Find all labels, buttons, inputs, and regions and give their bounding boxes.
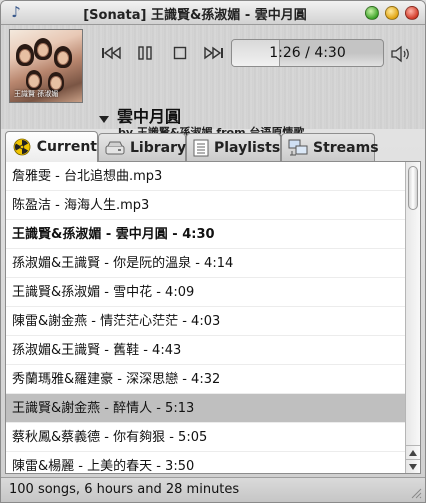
tab-bar: Current Library Playlists Streams — [1, 129, 425, 162]
stop-icon — [173, 46, 187, 60]
list-document-icon — [193, 139, 209, 157]
tab-playlists[interactable]: Playlists — [186, 133, 281, 161]
playlist-row[interactable]: 王識賢&謝金燕 - 醉情人 - 5:13 — [6, 394, 406, 423]
playlist-row[interactable]: 孫淑媚&王識賢 - 你是阮的溫泉 - 4:14 — [6, 249, 406, 278]
album-art[interactable]: 王識賢 孫淑媚 — [9, 29, 83, 103]
window-title: [Sonata] 王識賢&孫淑媚 - 雲中月圓 — [83, 8, 307, 23]
close-button[interactable] — [405, 6, 419, 20]
expander-arrow-icon[interactable] — [98, 114, 110, 124]
album-art-face — [19, 49, 31, 63]
playlist-row[interactable]: 陈盈洁 - 海海人生.mp3 — [6, 191, 406, 220]
playlist-row[interactable]: 陳雷&楊麗 - 上美的春天 - 3:50 — [6, 452, 406, 473]
playlist-row[interactable]: 陳雷&謝金燕 - 情茫茫心茫茫 - 4:03 — [6, 307, 406, 336]
title-bar[interactable]: ♪ [Sonata] 王識賢&孫淑媚 - 雲中月圓 — [1, 1, 425, 25]
scroll-down-button[interactable] — [406, 459, 420, 473]
progress-bar[interactable]: 1:26 / 4:30 — [231, 39, 384, 67]
playlist-row[interactable]: 詹雅雯 - 台北追想曲.mp3 — [6, 162, 406, 191]
next-icon — [204, 46, 223, 60]
status-text: 100 songs, 6 hours and 28 minutes — [9, 482, 240, 497]
arrow-up-icon — [409, 449, 417, 456]
tab-current-label: Current — [36, 139, 97, 155]
tab-streams-label: Streams — [313, 139, 379, 156]
scrollbar-thumb[interactable] — [408, 166, 418, 210]
player-panel: 王識賢 孫淑媚 1:26 / 4:30 雲中月圓 — [1, 25, 425, 139]
tab-playlists-label: Playlists — [214, 139, 281, 156]
playlist-row[interactable]: 孫淑媚&王識賢 - 舊鞋 - 4:43 — [6, 336, 406, 365]
tab-library-label: Library — [130, 139, 187, 156]
arrow-down-icon — [409, 463, 417, 470]
album-art-face — [50, 76, 62, 90]
pause-icon — [138, 46, 152, 60]
minimize-button[interactable] — [385, 6, 399, 20]
volume-button[interactable] — [390, 44, 412, 64]
tab-library[interactable]: Library — [98, 133, 186, 161]
tab-current[interactable]: Current — [5, 131, 98, 162]
next-button[interactable] — [200, 42, 226, 64]
playlist-row[interactable]: 蔡秋鳳&蔡義德 - 你有夠狠 - 5:05 — [6, 423, 406, 452]
stop-button[interactable] — [167, 42, 193, 64]
vertical-scrollbar[interactable] — [405, 162, 420, 473]
tab-streams[interactable]: Streams — [281, 133, 379, 161]
status-bar: 100 songs, 6 hours and 28 minutes — [1, 477, 425, 502]
zoom-button[interactable] — [365, 6, 379, 20]
scroll-up-button[interactable] — [406, 445, 420, 459]
album-art-face — [28, 74, 40, 88]
time-display: 1:26 / 4:30 — [232, 45, 383, 61]
resize-grip-icon[interactable] — [411, 488, 422, 499]
playlist-row[interactable]: 秀蘭瑪雅&羅建豪 - 深深思戀 - 4:32 — [6, 365, 406, 394]
previous-icon — [102, 46, 121, 60]
disk-drive-icon — [105, 139, 125, 157]
current-playlist[interactable]: 詹雅雯 - 台北追想曲.mp3 陈盈洁 - 海海人生.mp3 王識賢&孫淑媚 - 雲… — [5, 161, 421, 474]
elapsed-time: 1:26 — [269, 45, 301, 61]
album-art-face — [57, 51, 69, 65]
network-icon — [288, 139, 308, 157]
music-note-icon: ♪ — [11, 3, 21, 21]
playlist-row[interactable]: 王識賢&孫淑媚 - 雪中花 - 4:09 — [6, 278, 406, 307]
speaker-icon — [391, 45, 409, 63]
time-separator: / — [300, 45, 315, 61]
sonata-window: ♪ [Sonata] 王識賢&孫淑媚 - 雲中月圓 王識賢 孫淑媚 1:26 /… — [0, 0, 426, 503]
radiation-icon — [12, 138, 32, 156]
playlist-row[interactable]: 王識賢&孫淑媚 - 雲中月圓 - 4:30 — [6, 220, 406, 249]
total-time: 4:30 — [314, 45, 346, 61]
album-art-caption: 王識賢 孫淑媚 — [14, 90, 59, 98]
playlist-rows: 詹雅雯 - 台北追想曲.mp3 陈盈洁 - 海海人生.mp3 王識賢&孫淑媚 - 雲… — [6, 162, 406, 473]
album-art-face — [37, 43, 49, 57]
previous-button[interactable] — [99, 42, 125, 64]
pause-button[interactable] — [132, 42, 158, 64]
